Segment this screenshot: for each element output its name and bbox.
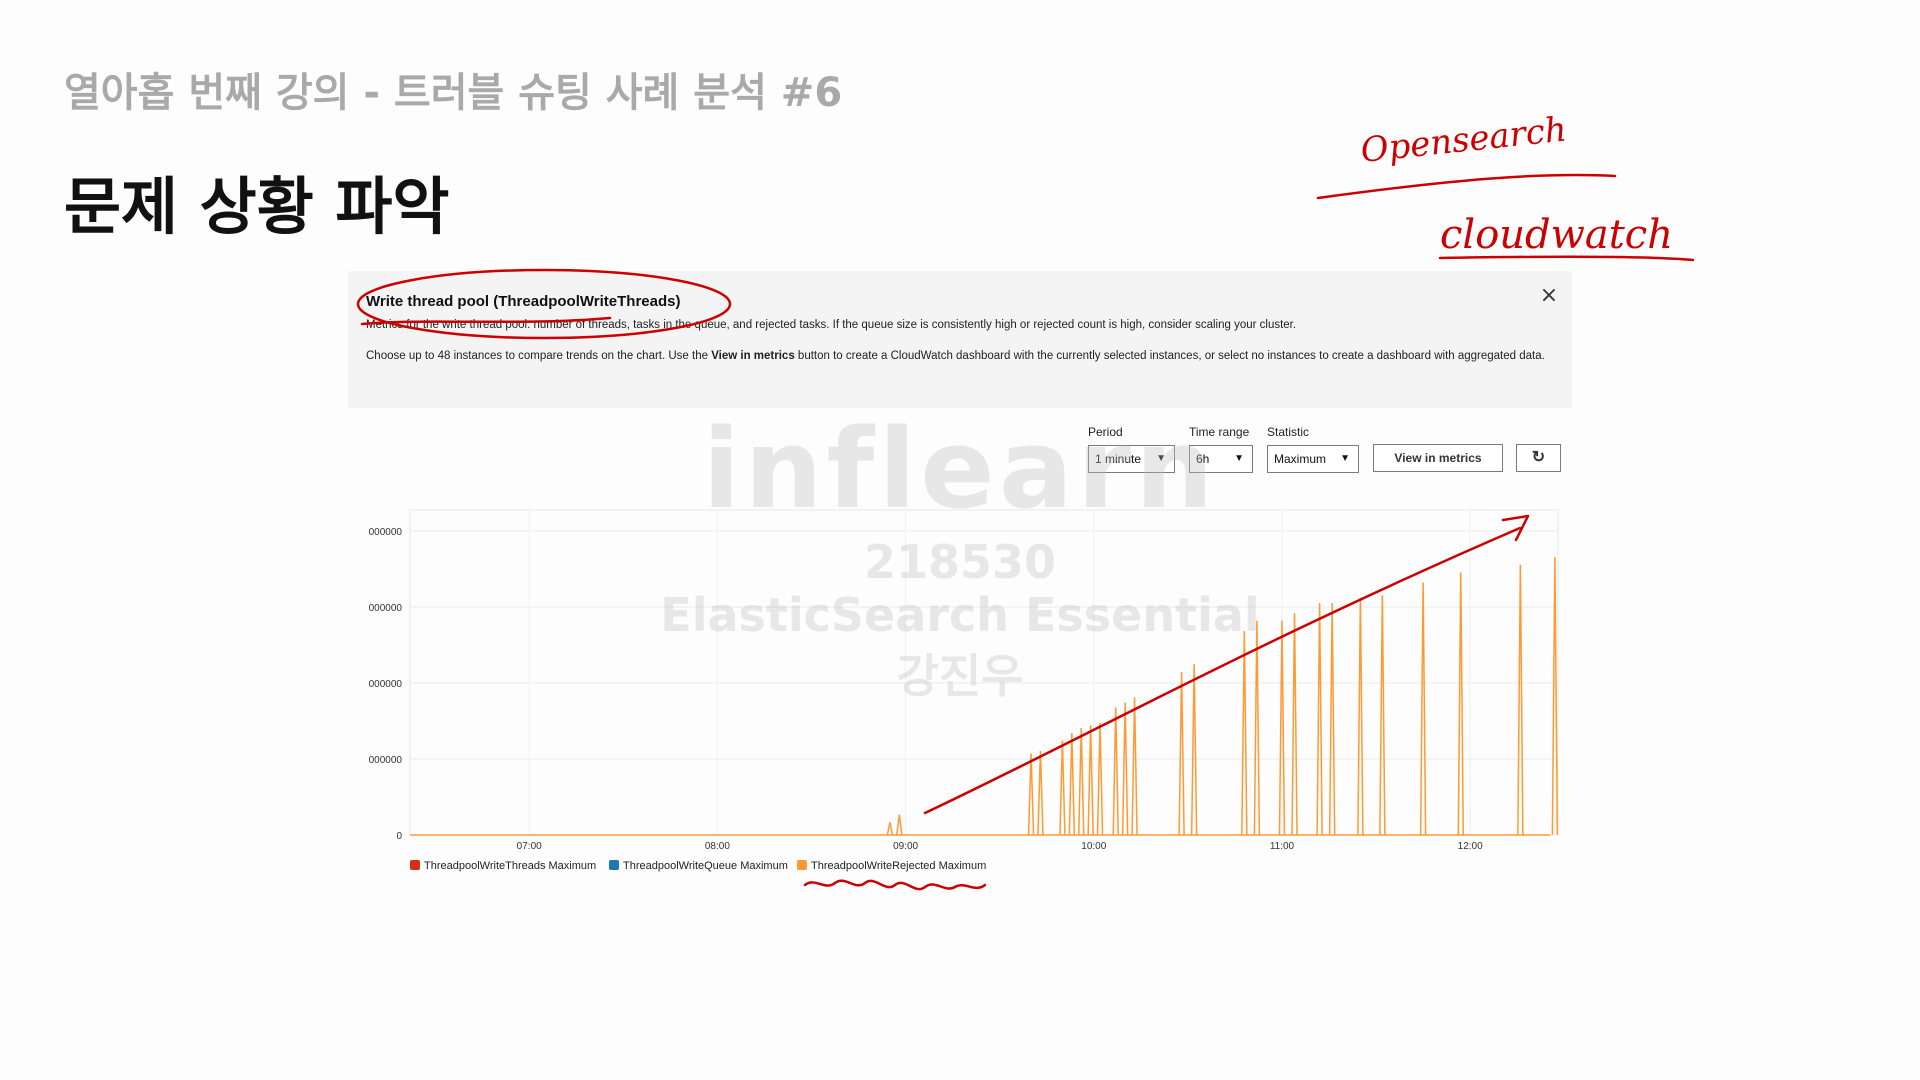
x-tick-label: 12:00 <box>1458 841 1483 852</box>
legend-label-threads: ThreadpoolWriteThreads Maximum <box>424 860 597 872</box>
rejected-spike <box>1087 725 1094 836</box>
x-tick-label: 11:00 <box>1270 841 1295 852</box>
rejected-spike <box>1379 595 1386 836</box>
chart-grid <box>409 509 1559 836</box>
x-tick-label: 10:00 <box>1081 841 1106 852</box>
rejected-spike <box>1121 702 1129 836</box>
rejected-spike <box>886 822 894 836</box>
legend-label-queue: ThreadpoolWriteQueue Maximum <box>623 860 788 872</box>
legend-item-queue[interactable]: ThreadpoolWriteQueue Maximum <box>609 860 788 872</box>
rejected-spike <box>1027 753 1035 836</box>
y-tick-label: 000000 <box>369 603 403 614</box>
rejected-spike <box>1059 740 1066 836</box>
legend-label-rejected: ThreadpoolWriteRejected Maximum <box>811 860 987 872</box>
rejected-spike <box>1357 597 1364 836</box>
rejected-spike <box>1190 664 1198 836</box>
x-tick-label: 09:00 <box>893 841 918 852</box>
rejected-spike <box>1037 750 1044 836</box>
y-axis-ticks: 0000000000000000000000000 <box>369 527 403 842</box>
legend-swatch-threads <box>410 860 420 870</box>
rejected-spike <box>1419 582 1427 836</box>
rejected-tasks-chart: 0000000000000000000000000 07:00 08:00 09:0… <box>369 509 1559 852</box>
rejected-spike <box>1291 613 1298 836</box>
chart-series <box>410 557 1559 836</box>
rejected-spike <box>1551 557 1559 836</box>
y-tick-label: 0 <box>396 831 402 842</box>
rejected-spike <box>1328 602 1336 836</box>
legend-swatch-queue <box>609 860 619 870</box>
rejected-spike <box>1131 697 1138 836</box>
x-tick-label: 08:00 <box>705 841 730 852</box>
rejected-spike <box>1096 722 1104 836</box>
y-tick-label: 000000 <box>369 755 403 766</box>
x-axis-ticks: 07:00 08:00 09:00 10:00 11:00 12:00 <box>517 841 1483 852</box>
legend-item-threads[interactable]: ThreadpoolWriteThreads Maximum <box>410 860 596 872</box>
rejected-spike <box>1178 671 1185 836</box>
rejected-spike <box>896 814 903 836</box>
rejected-spike <box>1457 572 1465 836</box>
rejected-spike <box>1517 564 1524 836</box>
x-tick-label: 07:00 <box>517 841 542 852</box>
rejected-spike <box>1112 707 1119 836</box>
legend-item-rejected[interactable]: ThreadpoolWriteRejected Maximum <box>797 860 986 872</box>
legend-swatch-rejected <box>797 860 807 870</box>
rejected-spike <box>1068 732 1076 836</box>
rejected-spike <box>1316 602 1323 836</box>
y-tick-label: 000000 <box>369 527 403 538</box>
rejected-spike <box>1077 727 1085 836</box>
plot-frame <box>409 509 1559 836</box>
rejected-spike <box>1253 620 1261 836</box>
rejected-spike <box>1241 630 1248 836</box>
y-tick-label: 000000 <box>369 679 403 690</box>
